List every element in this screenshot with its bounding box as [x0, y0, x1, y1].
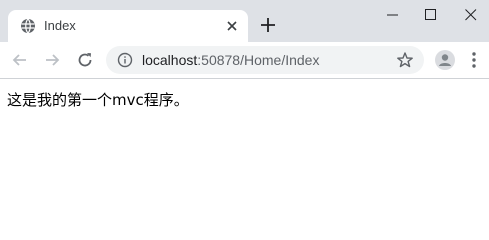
url-host: localhost	[142, 52, 198, 68]
back-button[interactable]	[10, 50, 30, 70]
tab-title: Index	[44, 18, 76, 33]
plus-icon[interactable]	[258, 15, 278, 35]
star-icon[interactable]	[396, 51, 414, 69]
arrow-left-icon	[12, 54, 26, 66]
minimize-button[interactable]	[373, 0, 413, 30]
reload-icon	[78, 53, 92, 67]
info-icon[interactable]	[117, 52, 133, 68]
close-icon[interactable]	[224, 18, 240, 34]
globe-icon	[20, 18, 36, 34]
maximize-button[interactable]	[411, 0, 451, 30]
reload-button[interactable]	[75, 50, 95, 70]
maximize-icon	[425, 9, 436, 20]
minimize-icon	[387, 14, 398, 16]
url-text[interactable]: localhost:50878/Home/Index	[142, 52, 319, 68]
arrow-right-icon	[46, 54, 60, 66]
address-bar[interactable]: localhost:50878/Home/Index	[106, 46, 424, 74]
tab-index[interactable]: Index	[8, 10, 248, 42]
page-body-text: 这是我的第一个mvc程序。	[7, 91, 189, 109]
browser-toolbar: localhost:50878/Home/Index	[0, 42, 489, 79]
close-icon	[465, 9, 477, 21]
avatar-icon[interactable]	[435, 50, 455, 70]
tab-strip: Index	[0, 0, 489, 42]
window-close-button[interactable]	[451, 0, 489, 30]
browser-window: Index localhost:50878/Home/Index 这是我的第一个…	[0, 0, 489, 207]
kebab-menu-icon[interactable]	[468, 50, 480, 70]
page-content: 这是我的第一个mvc程序。	[0, 79, 489, 207]
url-path: :50878/Home/Index	[197, 52, 320, 68]
forward-button[interactable]	[42, 50, 62, 70]
